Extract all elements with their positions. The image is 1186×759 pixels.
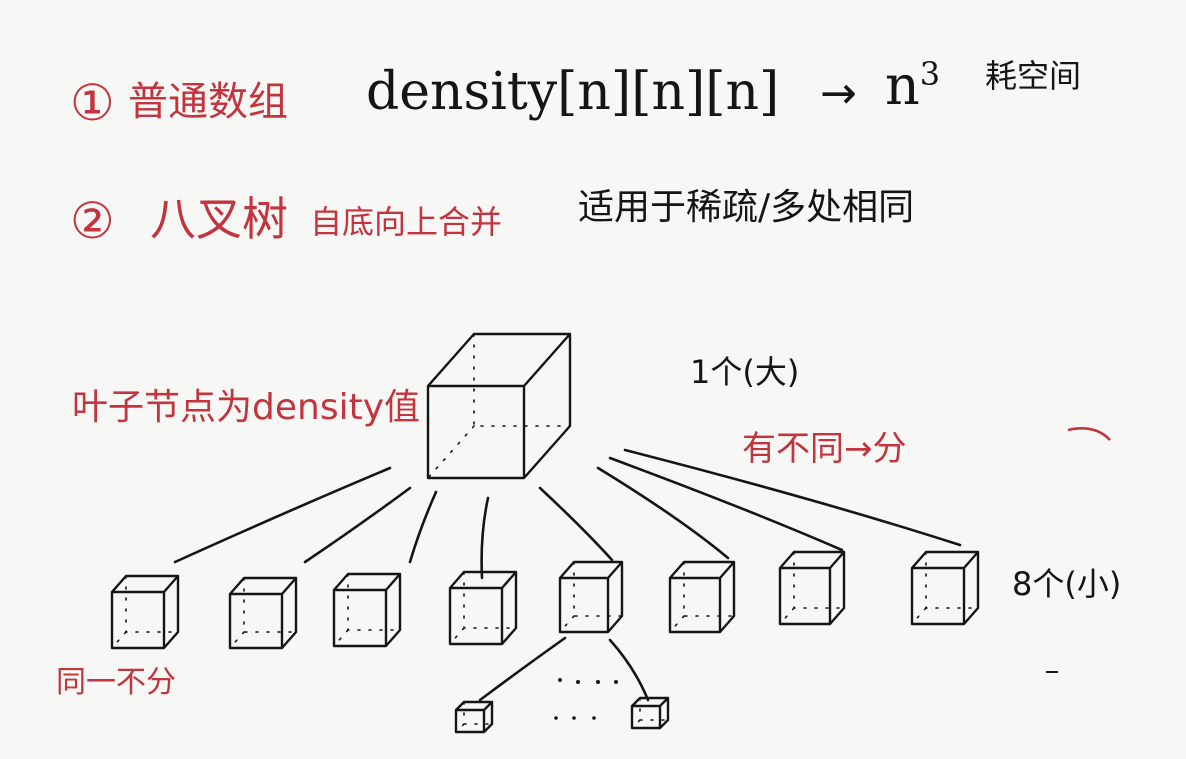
edge-child-7 bbox=[608, 456, 844, 552]
grandchild-cube-left bbox=[454, 700, 494, 734]
child-cube-7 bbox=[778, 550, 846, 626]
edge-grandchild-left bbox=[478, 636, 567, 702]
child-cube-6 bbox=[668, 560, 736, 634]
edge-child-6 bbox=[596, 466, 730, 560]
ellipsis-dots bbox=[554, 678, 618, 720]
octree-diagram bbox=[110, 332, 1111, 734]
edge-child-8 bbox=[623, 448, 962, 547]
edge-child-1 bbox=[173, 466, 392, 564]
tree-edges bbox=[173, 448, 962, 702]
child-cube-2 bbox=[228, 576, 298, 650]
grandchild-cube-right bbox=[630, 696, 670, 730]
child-cube-4 bbox=[448, 570, 518, 646]
root-cube bbox=[426, 332, 572, 480]
child-cube-5 bbox=[558, 560, 624, 634]
edge-grandchild-right bbox=[608, 638, 650, 702]
child-cube-3 bbox=[332, 572, 402, 648]
edge-child-4 bbox=[480, 496, 490, 580]
edge-child-5 bbox=[538, 486, 614, 562]
child-cube-1 bbox=[110, 574, 180, 650]
edge-child-3 bbox=[408, 490, 438, 564]
child-cube-8 bbox=[910, 550, 980, 626]
edge-child-2 bbox=[303, 486, 412, 564]
stray-mark-right bbox=[1067, 427, 1111, 441]
